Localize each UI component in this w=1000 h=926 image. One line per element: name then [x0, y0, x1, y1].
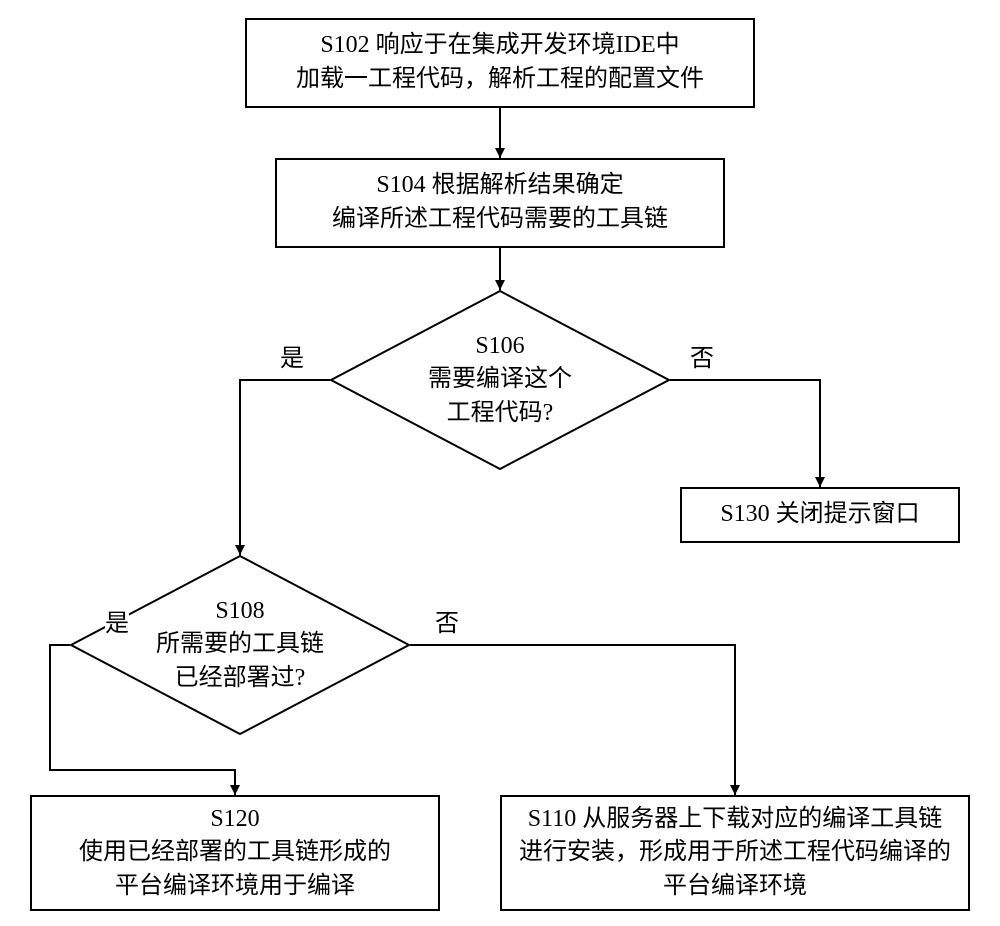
s108-line1: S108: [215, 598, 264, 624]
s104-line2: 编译所述工程代码需要的工具链: [332, 206, 668, 232]
s120-line2: 使用已经部署的工具链形成的: [79, 839, 391, 865]
s106-line3: 工程代码?: [447, 400, 554, 426]
s120-line1: S120: [210, 806, 259, 832]
s104-line1: S104 根据解析结果确定: [376, 172, 623, 198]
step-s110: S110 从服务器上下载对应的编译工具链 进行安装，形成用于所述工程代码编译的 …: [500, 795, 970, 911]
step-s102: S102 响应于在集成开发环境IDE中 加载一工程代码，解析工程的配置文件: [245, 18, 755, 108]
s108-line2: 所需要的工具链: [156, 631, 324, 657]
step-s120: S120 使用已经部署的工具链形成的 平台编译环境用于编译: [30, 795, 440, 911]
s108-line3: 已经部署过?: [175, 665, 306, 691]
decision-s108: S108 所需要的工具链 已经部署过?: [70, 555, 410, 735]
step-s104: S104 根据解析结果确定 编译所述工程代码需要的工具链: [275, 158, 725, 248]
s102-line2: 加载一工程代码，解析工程的配置文件: [296, 66, 704, 92]
s102-line1: S102 响应于在集成开发环境IDE中: [320, 32, 679, 58]
s108-no-label: 否: [435, 603, 459, 638]
step-s130: S130 关闭提示窗口: [680, 487, 960, 543]
s106-yes-label: 是: [280, 338, 304, 373]
s120-line3: 平台编译环境用于编译: [115, 873, 355, 899]
s110-line2: 进行安装，形成用于所述工程代码编译的: [519, 839, 951, 865]
s130-text: S130 关闭提示窗口: [720, 498, 919, 532]
decision-s106: S106 需要编译这个 工程代码?: [330, 290, 670, 470]
s108-yes-label: 是: [105, 603, 129, 638]
s106-line2: 需要编译这个: [428, 366, 572, 392]
s106-line1: S106: [475, 333, 524, 359]
s110-line1: S110 从服务器上下载对应的编译工具链: [528, 806, 942, 832]
s106-no-label: 否: [690, 338, 714, 373]
s110-line3: 平台编译环境: [663, 873, 807, 899]
